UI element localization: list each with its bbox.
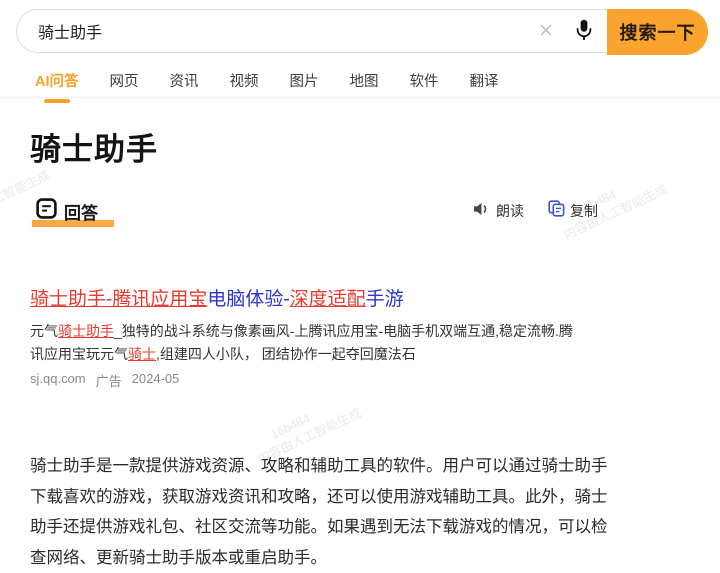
read-aloud-label: 朗读 [496, 201, 524, 221]
ad-title-segment[interactable]: 电脑体验- [207, 289, 289, 310]
ad-desc-segment: ,组建四人小队， 团结协作一起夺回魔法石 [156, 346, 416, 362]
tab-news[interactable]: 资讯 [170, 66, 199, 105]
result-tabs: AI问答 网页 资讯 视频 图片 地图 软件 翻译 [35, 66, 499, 105]
ad-title-segment[interactable]: 骑士助手-腾讯应用宝 [30, 289, 207, 310]
clear-x-icon [538, 22, 554, 41]
ad-badge: 广告 [96, 371, 122, 390]
tab-software[interactable]: 软件 [410, 66, 439, 105]
ad-result-description: 元气骑士助手_独特的战斗系统与像素画风-上腾讯应用宝-电脑手机双端互通,稳定流畅… [30, 320, 573, 366]
ad-source-line: sj.qq.com 广告 2024-05 [30, 371, 179, 390]
ad-date: 2024-05 [132, 371, 180, 390]
tab-video[interactable]: 视频 [230, 66, 259, 105]
tab-web[interactable]: 网页 [110, 66, 139, 105]
ad-result-title[interactable]: 骑士助手-腾讯应用宝电脑体验-深度适配手游 [30, 284, 404, 311]
ad-title-segment[interactable]: 深度适配 [290, 289, 366, 310]
ad-source-url: sj.qq.com [30, 371, 86, 390]
answer-label: 回答 [64, 199, 98, 224]
voice-search-button[interactable] [565, 9, 603, 53]
ad-desc-keyword[interactable]: 骑士助手 [58, 323, 114, 339]
search-submit-button[interactable]: 搜索一下 [607, 9, 708, 55]
tab-maps[interactable]: 地图 [350, 66, 379, 105]
speaker-icon [472, 201, 491, 222]
microphone-icon [574, 19, 594, 44]
ad-desc-keyword[interactable]: 骑士 [128, 346, 156, 362]
tabs-divider [0, 97, 720, 98]
copy-icon [548, 200, 565, 222]
answer-section-label: 回答 [36, 198, 106, 224]
answer-actions: 朗读 复制 [472, 200, 598, 222]
search-input[interactable]: 骑士助手 [17, 19, 527, 43]
ai-answer-text: 骑士助手是一款提供游戏资源、攻略和辅助工具的软件。用户可以通过骑士助手下载喜欢的… [30, 451, 614, 573]
tab-images[interactable]: 图片 [290, 66, 319, 105]
ad-title-segment[interactable]: 手游 [366, 289, 404, 310]
page-title: 骑士助手 [30, 124, 158, 169]
search-bar: 骑士助手 搜索一下 [16, 9, 708, 53]
copy-label: 复制 [570, 201, 598, 221]
answer-box-icon [36, 198, 57, 224]
answer-toolbar: 回答 朗读 复制 [0, 198, 720, 226]
clear-search-button[interactable] [527, 9, 565, 53]
tab-translate[interactable]: 翻译 [470, 66, 499, 105]
ad-desc-segment: 元气 [30, 323, 58, 339]
copy-button[interactable]: 复制 [548, 200, 598, 222]
tab-ai-qa[interactable]: AI问答 [35, 66, 79, 105]
read-aloud-button[interactable]: 朗读 [472, 201, 524, 222]
